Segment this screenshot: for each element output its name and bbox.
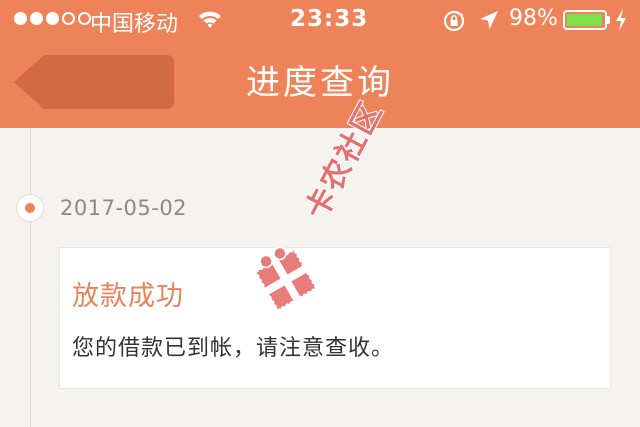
- battery-percentage: 98%: [509, 6, 558, 31]
- battery-icon: [563, 10, 607, 30]
- rotation-lock-icon: [443, 10, 465, 32]
- status-bar: 中国移动 23:33 98%: [0, 0, 640, 40]
- battery-level-fill: [567, 14, 603, 26]
- timeline-node-dot: [25, 203, 35, 213]
- signal-dot: [46, 12, 59, 25]
- timeline-line: [30, 128, 31, 427]
- signal-dot: [14, 12, 27, 25]
- location-arrow-icon: [480, 11, 498, 29]
- charging-bolt-icon: [616, 9, 626, 31]
- status-time: 23:33: [290, 6, 369, 32]
- header-bar: 中国移动 23:33 98% 进度查询: [0, 0, 640, 128]
- page-title: 进度查询: [246, 63, 394, 103]
- entry-date: 2017-05-02: [60, 196, 188, 220]
- timeline-node: [16, 194, 44, 222]
- status-title: 放款成功: [72, 281, 184, 312]
- signal-dot: [30, 12, 43, 25]
- carrier-name: 中国移动: [90, 12, 179, 37]
- signal-dot: [62, 12, 75, 25]
- battery-cap: [607, 16, 610, 24]
- status-card: 放款成功 您的借款已到帐，请注意查收。: [59, 247, 611, 389]
- signal-strength-icon: [14, 12, 91, 25]
- status-message: 您的借款已到帐，请注意查收。: [72, 336, 395, 361]
- wifi-icon: [199, 11, 221, 28]
